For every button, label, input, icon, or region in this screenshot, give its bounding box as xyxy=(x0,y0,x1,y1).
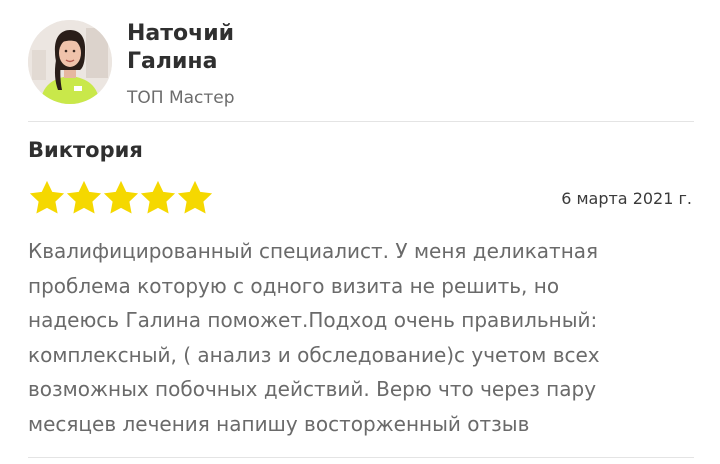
divider xyxy=(28,121,694,122)
master-name-line1: Наточий xyxy=(127,21,235,46)
review-text-line: надеюсь Галина поможет.Подход очень прав… xyxy=(28,308,598,332)
star-icon xyxy=(176,179,214,217)
master-avatar[interactable] xyxy=(28,20,112,104)
review-card: Наточий Галина ТОП Мастер Виктория 6 мар… xyxy=(0,0,720,464)
review-text-line: Квалифицированный специалист. У меня дел… xyxy=(28,239,599,263)
review-text-line: проблема которую с одного визита не реши… xyxy=(28,273,560,298)
master-name[interactable]: Наточий Галина xyxy=(127,20,234,76)
master-name-line2: Галина xyxy=(127,49,218,74)
master-photo-image xyxy=(28,20,112,104)
rating-stars xyxy=(28,179,213,217)
review-author: Виктория xyxy=(28,138,143,162)
review-text: Квалифицированный специалист. У меня дел… xyxy=(28,234,694,441)
review-text-line: месяцев лечения напишу восторженный отзы… xyxy=(28,411,530,436)
review-date: 6 марта 2021 г. xyxy=(561,189,692,208)
star-icon xyxy=(102,179,140,217)
review-text-line: комплексный, ( анализ и обследование)с у… xyxy=(28,342,600,367)
star-icon xyxy=(28,179,66,217)
review-text-line: возможных побочных действий. Верю что че… xyxy=(28,377,597,401)
star-icon xyxy=(65,179,103,217)
master-rank-badge: ТОП Мастер xyxy=(127,88,235,108)
divider xyxy=(28,457,694,458)
master-header: Наточий Галина ТОП Мастер xyxy=(28,20,528,108)
star-icon xyxy=(139,179,177,217)
